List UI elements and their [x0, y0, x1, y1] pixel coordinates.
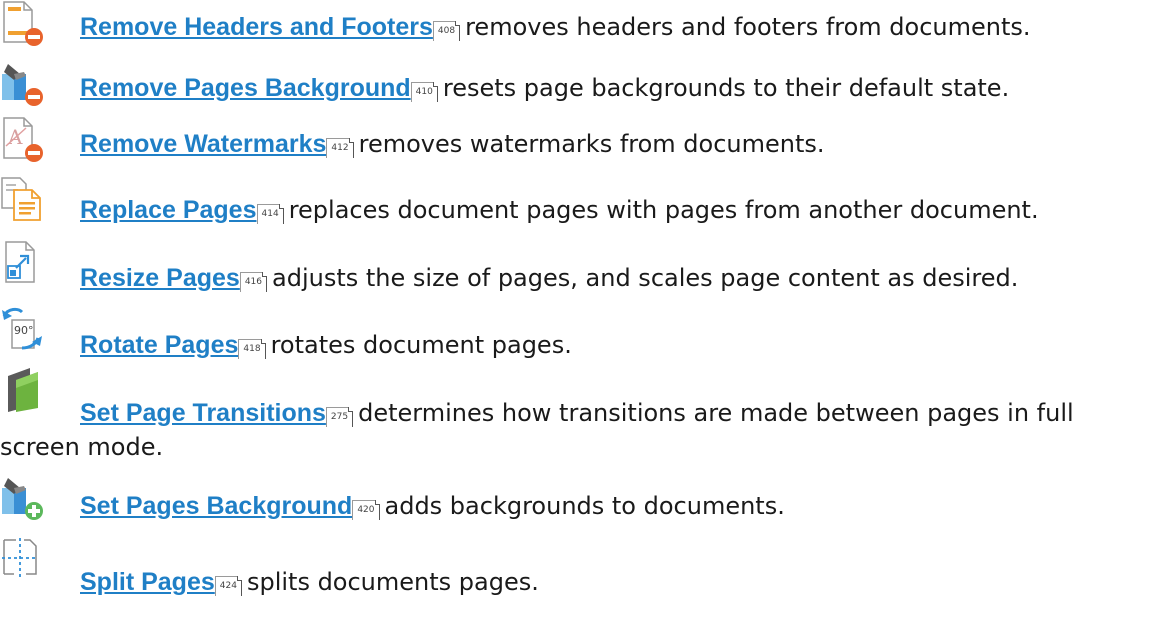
item-description: adjusts the size of pages, and scales pa… — [272, 264, 1019, 292]
set-background-icon — [0, 474, 44, 520]
page-reference[interactable]: 412 — [326, 138, 354, 158]
item-description: rotates document pages. — [270, 331, 572, 359]
split-pages-icon — [0, 536, 44, 582]
link-set-page-transitions[interactable]: Set Page Transitions — [80, 399, 326, 427]
page-reference[interactable]: 424 — [214, 576, 243, 596]
item-description: splits documents pages. — [246, 568, 539, 596]
remove-watermark-icon: A — [0, 116, 44, 162]
item-description: replaces document pages with pages from … — [288, 196, 1039, 224]
link-remove-pages-background[interactable]: Remove Pages Background — [80, 74, 411, 102]
rotate-pages-icon: 90° — [0, 306, 44, 352]
remove-headers-footers-icon — [0, 0, 44, 46]
link-remove-headers-footers[interactable]: Remove Headers and Footers — [80, 13, 433, 41]
svg-text:90°: 90° — [14, 324, 34, 337]
page-reference[interactable]: 414 — [256, 204, 284, 224]
page-reference[interactable]: 420 — [352, 500, 380, 520]
page-reference[interactable]: 416 — [239, 272, 268, 292]
link-replace-pages[interactable]: Replace Pages — [80, 196, 257, 224]
link-set-pages-background[interactable]: Set Pages Background — [80, 492, 352, 520]
resize-pages-icon — [0, 240, 44, 286]
page-reference[interactable]: 408 — [432, 21, 461, 41]
link-remove-watermarks[interactable]: Remove Watermarks — [80, 130, 326, 158]
link-rotate-pages[interactable]: Rotate Pages — [80, 331, 238, 359]
item-description: adds backgrounds to documents. — [384, 492, 785, 520]
item-description: removes headers and footers from documen… — [465, 13, 1031, 41]
replace-pages-icon — [0, 176, 44, 222]
item-description: resets page backgrounds to their default… — [442, 74, 1010, 102]
link-split-pages[interactable]: Split Pages — [80, 568, 215, 596]
item-description: removes watermarks from documents. — [358, 130, 825, 158]
page-reference[interactable]: 418 — [238, 339, 266, 359]
remove-background-icon — [0, 60, 44, 106]
link-resize-pages[interactable]: Resize Pages — [80, 264, 240, 292]
page-reference[interactable]: 275 — [325, 407, 354, 427]
page-reference[interactable]: 410 — [410, 82, 439, 102]
